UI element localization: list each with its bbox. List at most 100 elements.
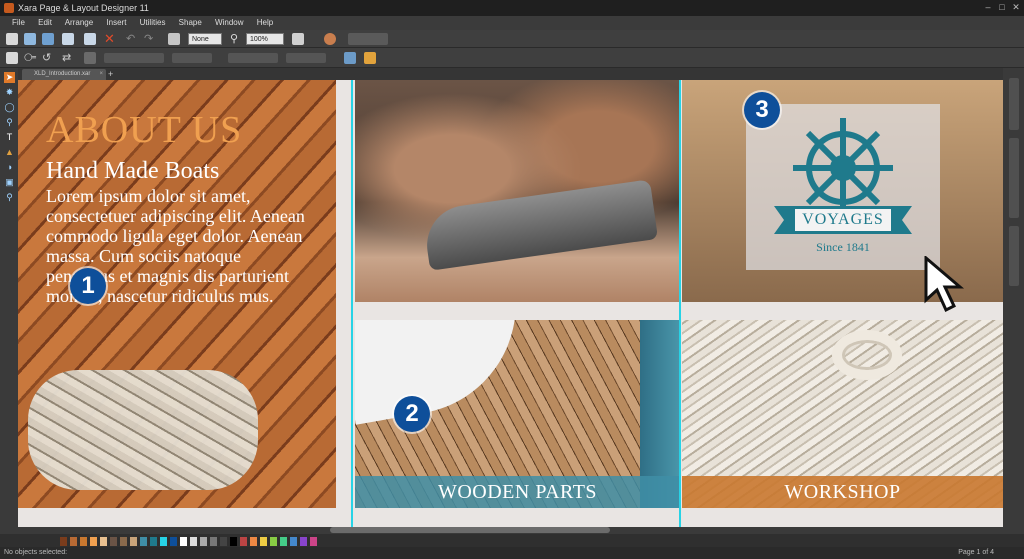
paste-icon[interactable] [84, 33, 96, 45]
zoom-tool-icon[interactable]: ⚲ [4, 117, 15, 128]
delete-icon[interactable]: ✕ [104, 32, 116, 45]
width-field[interactable] [228, 53, 278, 63]
workshop-photo[interactable]: WORKSHOP [682, 320, 1003, 508]
guide-line-left[interactable] [351, 80, 353, 527]
text-tool-icon[interactable]: T [4, 132, 15, 143]
transform-icon[interactable] [168, 33, 180, 45]
toolbar-disabled-field [348, 33, 388, 45]
menu-edit[interactable]: Edit [38, 18, 52, 27]
mouse-pointer-icon [924, 256, 965, 313]
contour-tool-icon[interactable]: ✸ [4, 87, 15, 98]
color-swatch[interactable] [70, 537, 77, 546]
menu-help[interactable]: Help [257, 18, 273, 27]
color-swatch[interactable] [270, 537, 277, 546]
document-tabs: XLD_Introduction.xar × + [0, 68, 1024, 80]
tools-bar: ➤ ✸ ◯ ⚲ T ▲ ◑ ▣ ⚲ [0, 68, 18, 534]
copy-icon[interactable] [62, 33, 74, 45]
color-swatch[interactable] [290, 537, 297, 546]
color-swatch[interactable] [170, 537, 177, 546]
voyages-logo[interactable]: VOYAGES Since 1841 [746, 104, 940, 270]
close-tab-icon[interactable]: × [99, 69, 103, 80]
page-layers-gallery-tab[interactable] [1009, 138, 1019, 218]
selector-mode-icon[interactable] [6, 52, 18, 64]
color-swatch[interactable] [260, 537, 267, 546]
color-swatch[interactable] [140, 537, 147, 546]
photo-tool-icon[interactable] [324, 33, 336, 45]
shape-tool-icon[interactable]: ◯ [4, 102, 15, 113]
workshop-label[interactable]: WORKSHOP [682, 476, 1003, 508]
bitmap-gallery-tab[interactable] [1009, 226, 1019, 286]
color-swatch[interactable] [150, 537, 157, 546]
new-document-icon[interactable] [6, 33, 18, 45]
color-swatch[interactable] [250, 537, 257, 546]
tag-icon[interactable] [364, 52, 376, 64]
color-swatch[interactable] [220, 537, 227, 546]
color-swatch[interactable] [120, 537, 127, 546]
app-window: Xara Page & Layout Designer 11 – □ ✕ Fil… [0, 0, 1024, 559]
lock-aspect-icon[interactable] [344, 52, 356, 64]
color-swatch[interactable] [180, 537, 187, 546]
minimize-icon[interactable]: – [982, 2, 994, 13]
selector-tool-icon[interactable]: ➤ [4, 72, 15, 83]
zoom-icon[interactable]: ⚲ [230, 33, 242, 45]
color-swatch[interactable] [60, 537, 67, 546]
rope-knot-image [832, 330, 902, 380]
color-swatch[interactable] [90, 537, 97, 546]
zoom-previous-icon[interactable] [292, 33, 304, 45]
add-tab-icon[interactable]: + [108, 68, 113, 80]
save-icon[interactable] [42, 33, 54, 45]
horizontal-scrollbar[interactable] [330, 527, 610, 533]
document-tab[interactable]: XLD_Introduction.xar × [22, 69, 106, 80]
rotate-icon[interactable]: ↺ [42, 52, 54, 64]
menu-shape[interactable]: Shape [179, 18, 202, 27]
close-icon[interactable]: ✕ [1010, 2, 1022, 13]
window-title: Xara Page & Layout Designer 11 [18, 3, 149, 13]
menu-arrange[interactable]: Arrange [65, 18, 93, 27]
color-swatch[interactable] [190, 537, 197, 546]
zoom-mode-select[interactable]: None [188, 33, 222, 45]
redo-icon[interactable]: ↷ [144, 33, 156, 45]
document-tab-label: XLD_Introduction.xar [34, 71, 91, 77]
menu-insert[interactable]: Insert [106, 18, 126, 27]
wooden-parts-label[interactable]: WOODEN PARTS [355, 476, 680, 508]
height-field[interactable] [286, 53, 326, 63]
color-swatch[interactable] [110, 537, 117, 546]
about-panel[interactable]: ABOUT US Hand Made Boats Lorem ipsum dol… [18, 80, 336, 508]
color-swatch[interactable] [130, 537, 137, 546]
color-swatch[interactable] [280, 537, 287, 546]
hands-photo[interactable] [355, 80, 680, 302]
shadow-tool-icon[interactable]: ▣ [4, 177, 15, 188]
color-swatch[interactable] [310, 537, 317, 546]
color-swatch[interactable] [200, 537, 207, 546]
hull-image [355, 320, 534, 425]
color-swatch[interactable] [230, 537, 237, 546]
zoom-percent-select[interactable]: 100% [246, 33, 284, 45]
grid-icon[interactable] [84, 52, 96, 64]
guide-line-right[interactable] [679, 80, 681, 527]
color-swatch[interactable] [160, 537, 167, 546]
menu-utilities[interactable]: Utilities [140, 18, 166, 27]
page-indicator[interactable]: Page 1 of 4 [958, 547, 994, 559]
undo-icon[interactable]: ↶ [126, 33, 138, 45]
position-y-field[interactable] [172, 53, 212, 63]
menu-window[interactable]: Window [215, 18, 243, 27]
maximize-icon[interactable]: □ [996, 2, 1008, 13]
designs-gallery-tab[interactable] [1009, 78, 1019, 130]
position-x-field[interactable] [104, 53, 164, 63]
flip-icon[interactable]: ⇄ [62, 52, 74, 64]
knot-image [28, 370, 258, 490]
curve-icon[interactable]: ⧃ [24, 52, 36, 64]
color-swatch[interactable] [300, 537, 307, 546]
transparency-tool-icon[interactable]: ◑ [4, 162, 15, 173]
magnifier-tool-icon[interactable]: ⚲ [4, 192, 15, 203]
about-heading[interactable]: ABOUT US [46, 108, 242, 152]
color-swatch[interactable] [80, 537, 87, 546]
color-swatch[interactable] [210, 537, 217, 546]
color-swatch[interactable] [100, 537, 107, 546]
open-icon[interactable] [24, 33, 36, 45]
title-bar: Xara Page & Layout Designer 11 – □ ✕ [0, 0, 1024, 16]
color-swatch[interactable] [240, 537, 247, 546]
about-subheading[interactable]: Hand Made Boats [46, 158, 219, 185]
menu-file[interactable]: File [12, 18, 25, 27]
fill-tool-icon[interactable]: ▲ [4, 147, 15, 158]
